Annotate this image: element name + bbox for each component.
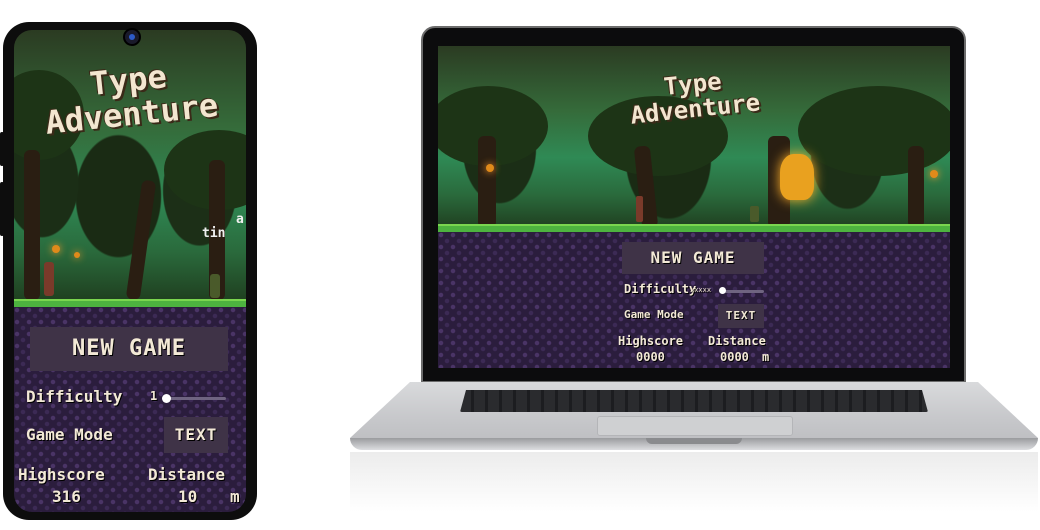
difficulty-slider[interactable] [722, 290, 764, 293]
difficulty-label: Difficulty [624, 282, 697, 296]
distance-unit: m [230, 487, 240, 506]
difficulty-slider-knob[interactable] [719, 287, 726, 294]
laptop-base [350, 382, 1038, 452]
game-mode-label: Game Mode [624, 308, 684, 321]
new-game-button[interactable]: NEW GAME [622, 242, 764, 274]
difficulty-value: 1 [150, 389, 158, 403]
distance-value: 0000 [720, 350, 749, 364]
phone-camera [123, 28, 141, 46]
distance-value: 10 [178, 487, 198, 506]
glowing-tree-face [780, 154, 814, 200]
laptop-reflection [350, 452, 1038, 512]
player-character [44, 262, 54, 296]
laptop-screen: Type Adventure NEW GAME Difficulty xxxxx… [438, 46, 950, 368]
game-mode-label: Game Mode [26, 425, 113, 444]
laptop-lid-notch [646, 438, 742, 444]
enemy-character [750, 206, 759, 222]
enemy-character [210, 274, 220, 298]
phone-device: Type Adventure tin a NEW GAME Difficulty… [0, 22, 257, 520]
game-mode-button[interactable]: TEXT [164, 417, 228, 453]
laptop-lid: Type Adventure NEW GAME Difficulty xxxxx… [421, 26, 966, 383]
laptop-keyboard [460, 390, 928, 412]
typing-next-letter: a [236, 212, 244, 227]
difficulty-slider-knob[interactable] [162, 394, 171, 403]
highscore-label: Highscore [618, 334, 684, 348]
difficulty-label: Difficulty [26, 387, 123, 406]
forest-scene: Type Adventure tin a [14, 30, 246, 307]
highscore-label: Highscore [18, 465, 105, 484]
typing-word: tin [202, 226, 226, 241]
distance-label: Distance [708, 334, 766, 348]
player-character [636, 196, 643, 222]
main-menu: NEW GAME Difficulty 1 Game Mode TEXT Hig… [14, 307, 246, 512]
phone-volume-button [0, 132, 4, 166]
phone-screen: Type Adventure tin a NEW GAME Difficulty… [14, 30, 246, 512]
difficulty-slider[interactable] [164, 397, 226, 400]
highscore-value: 0000 [636, 350, 665, 364]
forest-scene: Type Adventure [438, 46, 950, 232]
laptop-trackpad [597, 416, 793, 436]
highscore-value: 316 [52, 487, 81, 506]
difficulty-value: xxxxx [690, 286, 712, 294]
phone-side-button [0, 182, 4, 236]
new-game-button[interactable]: NEW GAME [30, 327, 228, 371]
main-menu: NEW GAME Difficulty xxxxx Game Mode TEXT… [438, 232, 950, 368]
distance-label: Distance [148, 465, 226, 484]
distance-unit: m [762, 350, 770, 364]
game-mode-button[interactable]: TEXT [718, 304, 764, 328]
